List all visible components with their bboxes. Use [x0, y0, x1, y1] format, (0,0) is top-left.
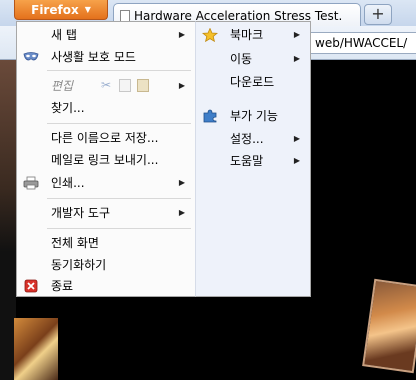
mask-icon: [23, 52, 39, 61]
menu-item-label: 도움말: [230, 154, 264, 168]
menu-item-label: 다른 이름으로 저장...: [51, 131, 159, 145]
menu-separator: [47, 198, 191, 199]
menu-separator: [47, 70, 191, 71]
star-icon: [202, 28, 218, 42]
menu-item-label: 이동: [230, 52, 253, 66]
menu-item-bookmarks[interactable]: 북마크 ▶: [196, 24, 310, 46]
menu-item-label: 북마크: [230, 28, 264, 42]
menu-item-full-screen[interactable]: 전체 화면: [17, 232, 195, 254]
firefox-button-label: Firefox: [31, 2, 79, 17]
firefox-menu-button[interactable]: Firefox ▼: [14, 0, 108, 20]
exit-icon: [24, 279, 38, 293]
firefox-main-menu: 새 탭 ▶ 사생활 보호 모드 편집 ✂ ▶ 찾기... 다른 이름으로 저장.…: [16, 21, 196, 297]
menu-item-new-tab[interactable]: 새 탭 ▶: [17, 24, 195, 46]
menu-item-label: 편집: [51, 79, 74, 93]
menu-item-downloads[interactable]: 다운로드: [196, 71, 310, 93]
printer-icon: [23, 176, 39, 190]
paste-icon: [137, 79, 149, 92]
menu-item-print[interactable]: 인쇄... ▶: [17, 172, 195, 194]
menu-item-label: 찾기...: [51, 101, 85, 115]
menu-item-label: 인쇄...: [51, 176, 85, 190]
menu-item-label: 전체 화면: [51, 236, 99, 250]
submenu-arrow-icon: ▶: [178, 30, 185, 39]
menu-separator: [47, 123, 191, 124]
menu-item-label: 새 탭: [51, 28, 77, 42]
chevron-down-icon: ▼: [84, 5, 91, 14]
submenu-arrow-icon: ▶: [178, 178, 185, 187]
menu-item-private-browsing[interactable]: 사생활 보호 모드: [17, 46, 195, 68]
menu-item-label: 개발자 도구: [51, 206, 111, 220]
menu-item-email-link[interactable]: 메일로 링크 보내기...: [17, 149, 195, 171]
menu-item-edit[interactable]: 편집 ✂ ▶: [17, 75, 195, 97]
menu-item-label: 설정...: [230, 132, 264, 146]
copy-icon: [119, 79, 131, 92]
menu-item-label: 사생활 보호 모드: [51, 50, 136, 64]
url-field[interactable]: web/HWACCEL/: [300, 32, 416, 54]
submenu-arrow-icon: ▶: [293, 134, 300, 143]
firefox-secondary-menu: 북마크 ▶ 이동 ▶ 다운로드 부가 기능 설정... ▶ 도움말 ▶: [195, 21, 311, 297]
menu-item-add-ons[interactable]: 부가 기능: [196, 105, 310, 127]
menu-item-label: 메일로 링크 보내기...: [51, 153, 159, 167]
new-tab-button[interactable]: +: [364, 4, 392, 25]
edit-tools: ✂: [101, 79, 149, 92]
menu-item-find[interactable]: 찾기...: [17, 97, 195, 119]
menu-item-save-as[interactable]: 다른 이름으로 저장...: [17, 127, 195, 149]
menu-item-exit[interactable]: 종료: [17, 275, 195, 297]
menu-item-history[interactable]: 이동 ▶: [196, 48, 310, 70]
menu-item-help[interactable]: 도움말 ▶: [196, 150, 310, 172]
submenu-arrow-icon: ▶: [293, 156, 300, 165]
menu-item-label: 종료: [51, 279, 74, 293]
submenu-arrow-icon: ▶: [293, 54, 300, 63]
submenu-arrow-icon: ▶: [178, 81, 185, 90]
submenu-arrow-icon: ▶: [293, 30, 300, 39]
stress-test-photo: [14, 318, 58, 380]
menu-item-label: 다운로드: [230, 75, 275, 89]
menu-separator: [47, 228, 191, 229]
page-icon: [120, 9, 130, 22]
puzzle-icon: [203, 109, 217, 123]
scissors-icon: ✂: [101, 78, 112, 92]
submenu-arrow-icon: ▶: [178, 208, 185, 217]
menu-item-label: 동기화하기: [51, 258, 107, 272]
url-text: web/HWACCEL/: [315, 36, 408, 50]
new-tab-label: +: [371, 4, 385, 23]
menu-item-sync[interactable]: 동기화하기: [17, 254, 195, 276]
menu-item-options[interactable]: 설정... ▶: [196, 128, 310, 150]
menu-item-label: 부가 기능: [230, 109, 278, 123]
menu-item-developer-tools[interactable]: 개발자 도구 ▶: [17, 202, 195, 224]
